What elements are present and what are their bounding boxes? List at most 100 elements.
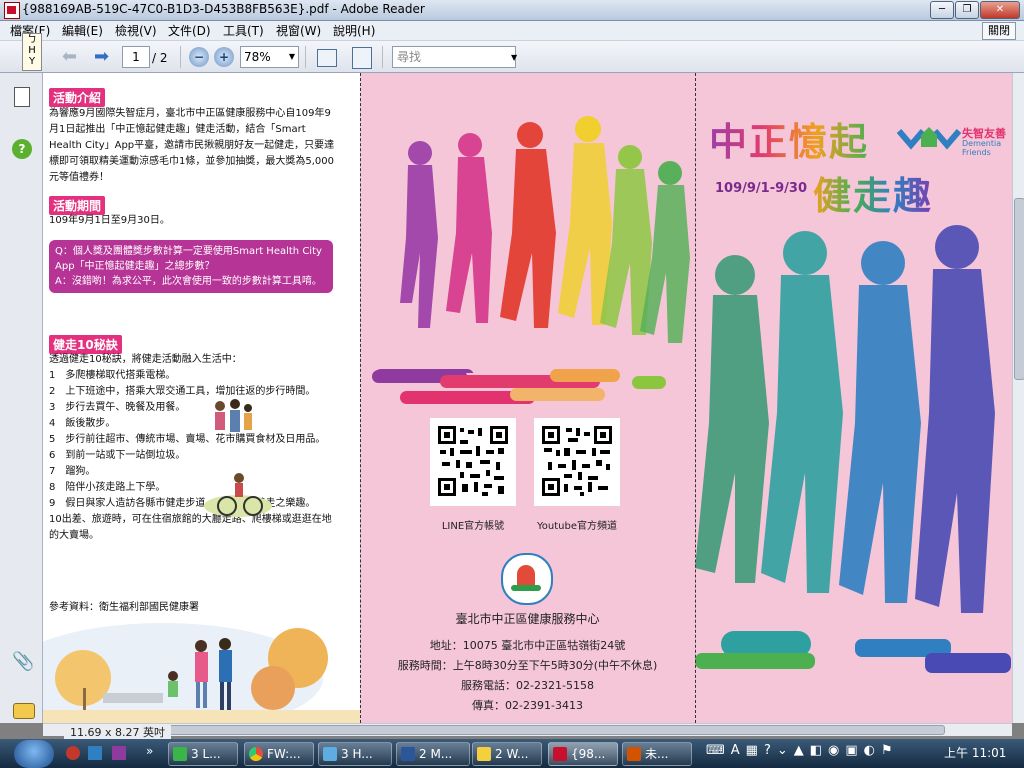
intro-text: 為響應9月國際失智症月，臺北市中正區健康服務中心自109年9月1日起推出「中正憶… <box>49 108 335 183</box>
fax-text: 傳真：02-2391-3413 <box>472 699 583 712</box>
navigation-panel: ? 📎 <box>0 73 43 723</box>
section-title-intro: 活動介紹 <box>49 88 106 107</box>
chevron-down-icon: ▼ <box>288 52 295 61</box>
taskbar-item-explorer[interactable]: 3 H... <box>318 742 392 766</box>
org-name: 臺北市中正區健康服務中心 <box>455 612 600 626</box>
close-document-button[interactable]: 關閉 <box>982 22 1016 40</box>
dementia-en-line-1: Dementia <box>962 139 1002 148</box>
brochure-middle-panel: LINE官方帳號 Youtube官方頻道 臺北市中正區健康服務中心 地址：100… <box>360 73 695 723</box>
menu-tools[interactable]: 工具(T) <box>223 22 264 39</box>
comments-icon[interactable] <box>13 703 35 719</box>
color-streak <box>925 653 1011 673</box>
scroll-thumb[interactable] <box>1014 198 1024 380</box>
close-window-button[interactable]: ✕ <box>980 1 1020 19</box>
list-item: 4 飯後散步。 <box>49 418 116 429</box>
cyclist-illustration <box>204 473 272 517</box>
scroll-thumb[interactable] <box>103 725 945 735</box>
toolbar-separator <box>382 46 383 68</box>
quicklaunch-icon[interactable] <box>66 746 80 760</box>
taskbar-item-label: 未... <box>645 747 669 761</box>
paint-icon <box>627 747 641 761</box>
taskbar-item-chrome[interactable]: FW:... <box>244 742 314 766</box>
folder-icon <box>477 747 491 761</box>
menu-document[interactable]: 文件(D) <box>168 22 211 39</box>
qa-box: Q：個人獎及團體獎步數計算一定要使用Smart Health City App「… <box>49 240 333 293</box>
horizontal-scrollbar[interactable] <box>43 723 1012 736</box>
menu-help[interactable]: 說明(H) <box>333 22 375 39</box>
fold-line <box>360 73 361 723</box>
fit-width-icon[interactable] <box>317 49 337 67</box>
vertical-scrollbar[interactable] <box>1012 73 1024 723</box>
system-tray-icons[interactable]: ⌨A▦?⌄▲◧◉▣◐⚑ <box>706 743 926 763</box>
taskbar-item-label: 3 L... <box>191 747 221 761</box>
quicklaunch-icon[interactable] <box>112 746 126 760</box>
zoom-select[interactable]: 78% ▼ <box>240 46 299 68</box>
cover-title-2: 健走趣 <box>813 165 933 220</box>
chevron-double-icon[interactable]: » <box>146 744 153 758</box>
youtube-qr-code[interactable] <box>534 418 620 506</box>
start-button[interactable] <box>14 740 54 768</box>
word-icon <box>401 747 415 761</box>
dementia-en-line-2: Friends <box>962 148 991 157</box>
taskbar-item-label: {98... <box>571 747 606 761</box>
line-icon <box>173 747 187 761</box>
toolbar-separator <box>180 46 181 68</box>
attachments-icon[interactable]: 📎 <box>12 651 34 672</box>
pdf-icon <box>553 747 567 761</box>
page-number-input[interactable]: 1 <box>122 46 150 68</box>
previous-page-icon[interactable]: ⬅ <box>62 47 77 67</box>
taskbar-item-word[interactable]: 2 M... <box>396 742 470 766</box>
minimize-button[interactable]: ─ <box>930 1 954 19</box>
brochure-left-panel: 活動介紹 為響應9月國際失智症月，臺北市中正區健康服務中心自109年9月1日起推… <box>43 73 360 723</box>
list-item: 10出差、旅遊時，可在住宿旅館的大廳走路、爬樓梯或逛逛在地的大賣場。 <box>49 514 332 541</box>
walking-people-illustration <box>374 116 690 373</box>
taskbar-item-label: 3 H... <box>341 747 373 761</box>
list-item: 5 步行前往超市、傳統市場、賣場、花市購買食材及日用品。 <box>49 434 326 445</box>
search-placeholder: 尋找 <box>397 50 422 64</box>
menu-view[interactable]: 檢視(V) <box>115 22 157 39</box>
line-qr-label: LINE官方帳號 <box>441 521 505 532</box>
pdf-app-icon <box>4 2 20 19</box>
help-icon[interactable]: ? <box>12 139 32 159</box>
color-streak <box>632 376 666 389</box>
clock[interactable]: 上午 11:01 <box>944 744 1006 761</box>
pages-icon[interactable] <box>14 87 30 107</box>
menu-edit[interactable]: 編輯(E) <box>62 22 103 39</box>
color-streak <box>695 653 815 669</box>
search-input[interactable]: 尋找 <box>392 46 516 68</box>
taskbar-item-line[interactable]: 3 L... <box>168 742 238 766</box>
taskbar-item-paint[interactable]: 未... <box>622 742 692 766</box>
maximize-button[interactable]: ❐ <box>955 1 979 19</box>
list-item: 1 多爬樓梯取代搭乘電梯。 <box>49 370 176 381</box>
taskbar-item-folder[interactable]: 2 W... <box>472 742 542 766</box>
reference-text: 參考資料：衛生福利部國民健康署 <box>49 602 199 613</box>
line-qr-code[interactable] <box>430 418 516 506</box>
cover-dates: 109/9/1-9/30 <box>715 181 808 196</box>
question-text: Q：個人獎及團體獎步數計算一定要使用Smart Health City App「… <box>55 246 322 272</box>
dementia-friends-logo-icon <box>896 127 962 150</box>
cover-title-1: 中正憶起 <box>709 111 869 166</box>
phone-text: 服務電話：02-2321-5158 <box>461 679 594 692</box>
fit-page-icon[interactable] <box>352 47 372 69</box>
next-page-icon[interactable]: ➡ <box>94 47 109 67</box>
list-item: 3 步行去買午、晚餐及用餐。 <box>49 402 186 413</box>
menu-window[interactable]: 視窗(W) <box>276 22 321 39</box>
quicklaunch-icon[interactable] <box>88 746 102 760</box>
list-item: 7 蹓狗。 <box>49 466 96 477</box>
hours-text: 服務時間：上午8時30分至下午5時30分(中午不休息) <box>397 659 658 672</box>
taskbar-item-adobe-reader[interactable]: {98... <box>548 742 618 766</box>
youtube-qr-label: Youtube官方頻道 <box>537 521 617 532</box>
list-item: 6 到前一站或下一站倒垃圾。 <box>49 450 186 461</box>
brochure-cover-panel: 中正憶起 109/9/1-9/30 健走趣 失智友善 Dementia Frie… <box>695 73 1012 723</box>
ime-indicator[interactable]: ㄅHY <box>22 33 42 71</box>
window-title: {988169AB-519C-47C0-B1D3-D453B8FB563E}.p… <box>22 2 425 16</box>
list-item: 9 假日與家人造訪各縣市健走步道，一起享受健走之樂趣。 <box>49 498 316 509</box>
period-text: 109年9月1日至9月30日。 <box>49 215 170 226</box>
chevron-down-icon[interactable]: ▼ <box>511 53 517 62</box>
toolbar: ㄅHY ⬅ ➡ 1 / 2 − + 78% ▼ 尋找 ▼ <box>0 33 1024 73</box>
zoom-out-icon[interactable]: − <box>189 47 209 67</box>
zoom-in-icon[interactable]: + <box>214 47 234 67</box>
chrome-icon <box>249 747 263 761</box>
toolbar-separator <box>305 46 306 68</box>
document-view[interactable]: 活動介紹 為響應9月國際失智症月，臺北市中正區健康服務中心自109年9月1日起推… <box>43 73 1012 723</box>
